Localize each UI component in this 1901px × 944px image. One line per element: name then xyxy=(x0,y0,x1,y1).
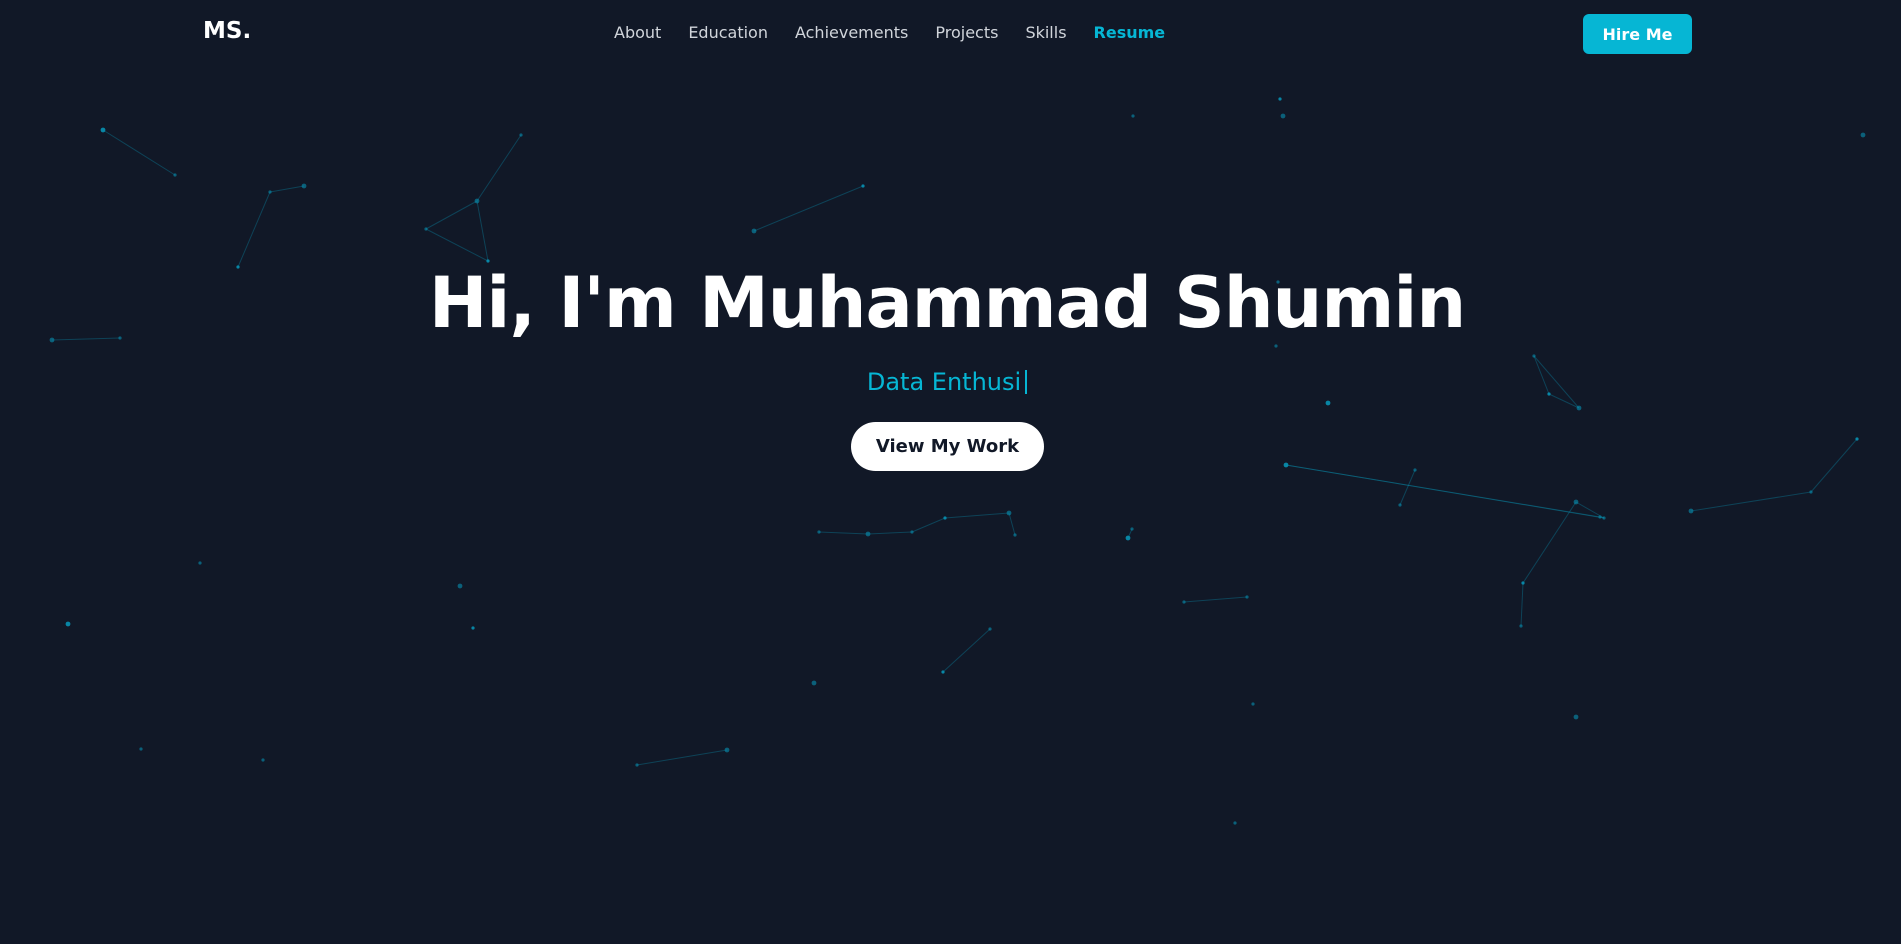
particle-dot xyxy=(65,621,71,627)
particle-dot xyxy=(100,127,106,133)
particle-dot xyxy=(1233,821,1237,825)
particle-dot xyxy=(811,680,817,686)
particle-dot xyxy=(1130,527,1134,531)
particle-dot xyxy=(198,561,202,565)
particle-link xyxy=(425,228,489,262)
particle-dot xyxy=(49,337,55,343)
nav-links: About Education Achievements Projects Sk… xyxy=(614,23,1192,42)
particle-link xyxy=(1399,469,1416,506)
particle-link xyxy=(476,134,522,202)
nav-link-education[interactable]: Education xyxy=(688,23,768,42)
particle-link xyxy=(867,531,913,535)
particle-dot xyxy=(724,747,730,753)
particle-dot xyxy=(1809,490,1813,494)
particle-link xyxy=(942,628,991,673)
particle-dot xyxy=(910,530,914,534)
particle-dot xyxy=(1274,344,1278,348)
particle-dot xyxy=(519,133,523,137)
particle-dot xyxy=(471,626,475,630)
nav-link-skills[interactable]: Skills xyxy=(1025,23,1066,42)
particle-dot xyxy=(1855,437,1859,441)
particle-link xyxy=(1810,438,1858,493)
particle-dot xyxy=(236,265,240,269)
particle-dot xyxy=(1521,581,1525,585)
particle-dot xyxy=(1131,114,1135,118)
particle-link xyxy=(944,512,1010,519)
particle-link xyxy=(476,200,489,262)
particle-dot xyxy=(941,670,945,674)
particle-dot xyxy=(1602,516,1606,520)
particle-link xyxy=(1548,393,1580,409)
particle-dot xyxy=(1598,515,1602,519)
particle-dot xyxy=(1413,468,1417,472)
particle-dot xyxy=(1245,595,1249,599)
particle-link xyxy=(753,185,864,232)
nav-link-resume[interactable]: Resume xyxy=(1094,23,1166,42)
particle-dot xyxy=(817,530,821,534)
particle-link xyxy=(1008,512,1016,536)
particle-link xyxy=(636,749,728,766)
particle-dot xyxy=(1573,499,1579,505)
particle-dot xyxy=(1278,97,1282,101)
particle-dot xyxy=(424,227,428,231)
particle-link xyxy=(425,200,478,230)
particle-background xyxy=(49,97,1866,825)
particle-dot xyxy=(1860,132,1866,138)
hire-me-button[interactable]: Hire Me xyxy=(1583,14,1692,54)
particle-dot xyxy=(173,173,177,177)
particle-link xyxy=(1533,355,1550,395)
nav-link-achievements[interactable]: Achievements xyxy=(795,23,908,42)
particle-dot xyxy=(118,336,122,340)
particle-dot xyxy=(1576,405,1582,411)
particle-dot xyxy=(301,183,307,189)
particle-dot xyxy=(865,531,871,537)
particle-dot xyxy=(268,190,272,194)
particle-dot xyxy=(1006,510,1012,516)
particle-link xyxy=(911,517,946,533)
particle-dot xyxy=(1519,624,1523,628)
particle-dot xyxy=(1182,600,1186,604)
particle-link xyxy=(1522,501,1577,584)
particle-link xyxy=(1285,464,1605,519)
particle-link xyxy=(1690,491,1812,512)
particle-dot xyxy=(1125,535,1131,541)
particle-link xyxy=(1183,596,1248,603)
particle-link xyxy=(1533,355,1580,409)
particle-dot xyxy=(1276,280,1280,284)
navbar: MS. About Education Achievements Project… xyxy=(0,0,1901,67)
particle-dot xyxy=(1573,714,1579,720)
particle-link xyxy=(237,191,271,268)
particle-dot xyxy=(139,747,143,751)
particle-dot xyxy=(1251,702,1255,706)
particle-dot xyxy=(1280,113,1286,119)
nav-link-about[interactable]: About xyxy=(614,23,661,42)
particle-dot xyxy=(861,184,865,188)
particle-dot xyxy=(1325,400,1331,406)
particle-dot xyxy=(751,228,757,234)
particle-dot xyxy=(261,758,265,762)
particle-dot xyxy=(457,583,463,589)
particle-link xyxy=(818,531,869,535)
particle-link xyxy=(102,129,176,176)
particle-link xyxy=(1520,582,1524,627)
particle-dot xyxy=(635,763,639,767)
particle-link xyxy=(269,185,305,193)
particle-dot xyxy=(988,627,992,631)
site-logo[interactable]: MS. xyxy=(203,18,251,44)
page: MS. About Education Achievements Project… xyxy=(0,0,1901,944)
particle-dot xyxy=(943,516,947,520)
particle-dot xyxy=(1532,354,1536,358)
particle-dot xyxy=(1013,533,1017,537)
particle-dot xyxy=(474,198,480,204)
nav-link-projects[interactable]: Projects xyxy=(935,23,998,42)
particle-dot xyxy=(1547,392,1551,396)
particle-dot xyxy=(1283,462,1289,468)
view-my-work-button[interactable]: View My Work xyxy=(851,422,1044,471)
particle-dot xyxy=(1688,508,1694,514)
particle-dot xyxy=(486,259,490,263)
particle-link xyxy=(51,337,121,341)
particle-dot xyxy=(1398,503,1402,507)
